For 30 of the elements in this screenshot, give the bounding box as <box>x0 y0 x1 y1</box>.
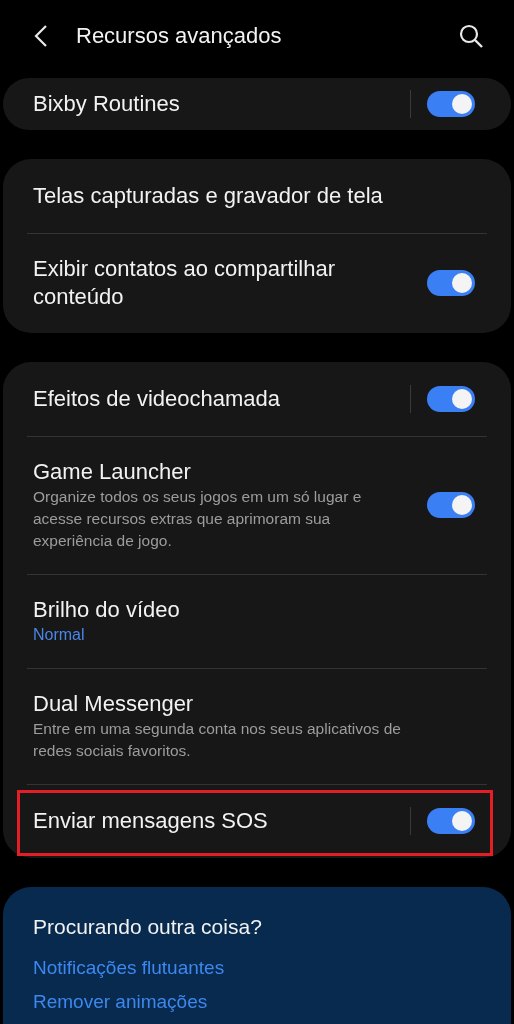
row-title: Dual Messenger <box>33 690 195 718</box>
settings-row[interactable]: Exibir contatos ao compartilhar conteúdo <box>3 233 511 333</box>
suggestion-link[interactable]: Remover animações <box>33 991 481 1013</box>
row-title: Brilho do vídeo <box>33 596 181 624</box>
suggestion-link[interactable]: Notificações flutuantes <box>33 957 481 979</box>
toggle-switch[interactable] <box>427 91 475 117</box>
settings-row[interactable]: Bixby Routines <box>3 78 511 130</box>
toggle-switch[interactable] <box>427 270 475 296</box>
toggle-switch[interactable] <box>427 492 475 518</box>
row-summary: Entre em uma segunda conta nos seus aplicativos de redes sociais favoritos. <box>33 719 402 761</box>
row-summary: Organize todos os seus jogos em um só lugar e acesse recursos extras que aprimoram sua experiência de jogo. <box>33 487 363 551</box>
row-title: Efeitos de videochamada <box>33 385 282 413</box>
toggle-switch[interactable] <box>427 808 475 834</box>
row-value: Normal <box>33 625 86 645</box>
settings-row[interactable]: Enviar mensagens SOS <box>3 784 511 858</box>
settings-row[interactable]: Dual Messenger Entre em uma segunda conta nos seus aplicativos de redes sociais favoritos. <box>3 668 511 784</box>
settings-row[interactable]: Brilho do vídeo Normal <box>3 574 511 668</box>
row-title: Telas capturadas e gravador de tela <box>33 182 384 210</box>
toggle-switch[interactable] <box>427 386 475 412</box>
suggestions-title: Procurando outra coisa? <box>33 915 263 939</box>
back-icon[interactable] <box>34 24 48 48</box>
page-title: Recursos avançados <box>76 23 283 49</box>
row-title: Exibir contatos ao compartilhar conteúdo <box>33 255 337 311</box>
row-title: Enviar mensagens SOS <box>33 807 269 835</box>
row-title: Game Launcher <box>33 458 192 486</box>
row-title: Bixby Routines <box>33 90 181 118</box>
settings-row[interactable]: Telas capturadas e gravador de tela <box>3 159 511 233</box>
settings-row[interactable]: Game Launcher Organize todos os seus jogos em um só lugar e acesse recursos extras que aprimoram sua experiência de jogo. <box>3 436 511 574</box>
settings-row[interactable]: Efeitos de videochamada <box>3 362 511 436</box>
search-icon[interactable] <box>458 23 484 49</box>
